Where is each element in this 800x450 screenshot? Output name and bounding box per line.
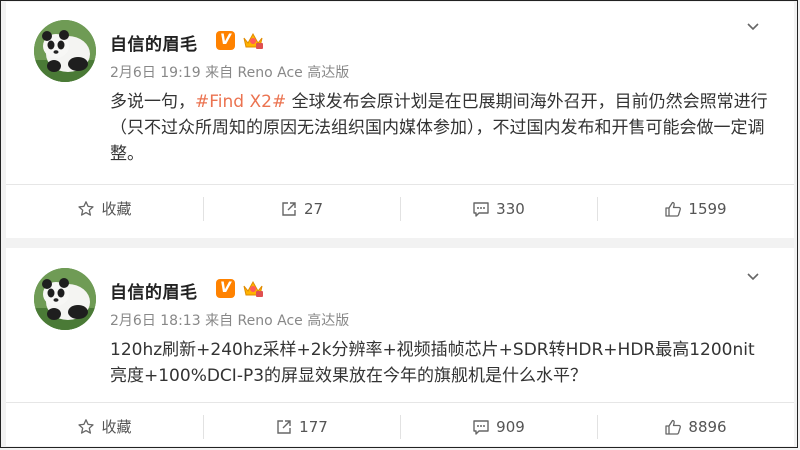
- crown-icon: [242, 278, 264, 298]
- repost-count: 177: [299, 417, 328, 436]
- avatar[interactable]: [34, 268, 96, 330]
- hashtag-link[interactable]: #Find X2#: [195, 92, 286, 112]
- star-icon: [78, 200, 95, 216]
- favorite-button[interactable]: 收藏: [6, 403, 203, 450]
- post-time[interactable]: 2月6日 18:13: [110, 313, 201, 329]
- post-meta: 2月6日 18:13 来自 Reno Ace 高达版: [110, 310, 349, 330]
- repost-icon: [277, 419, 291, 434]
- comment-count: 330: [496, 199, 525, 218]
- star-icon: [78, 418, 95, 434]
- favorite-button[interactable]: 收藏: [6, 185, 203, 232]
- weibo-post: 自信的眉毛 V 2月6日 18:13 来自 Reno Ace 高达版 120hz…: [6, 248, 794, 446]
- repost-icon: [282, 201, 296, 216]
- comment-button[interactable]: 909: [400, 403, 597, 450]
- favorite-label: 收藏: [101, 200, 132, 218]
- comment-button[interactable]: 330: [400, 185, 597, 232]
- repost-button[interactable]: 27: [203, 185, 400, 232]
- action-bar: 收藏 177 909 8896: [6, 402, 794, 450]
- action-bar: 收藏 27 330 1599: [6, 184, 794, 232]
- post-text: 多说一句，#Find X2# 全球发布会原计划是在巴展期间海外召开，目前仍然会照…: [110, 89, 770, 167]
- repost-button[interactable]: 177: [203, 403, 400, 450]
- author-name[interactable]: 自信的眉毛: [110, 278, 198, 303]
- like-count: 1599: [688, 199, 727, 218]
- post-text-prefix: 多说一句，: [110, 92, 195, 112]
- favorite-label: 收藏: [101, 418, 132, 436]
- like-icon: [665, 419, 682, 435]
- like-icon: [665, 201, 682, 217]
- comment-count: 909: [496, 417, 525, 436]
- crown-icon: [242, 30, 264, 50]
- verified-badge: V: [216, 279, 235, 298]
- comment-icon: [473, 419, 489, 435]
- post-text: 120hz刷新+240hz采样+2k分辨率+视频插帧芯片+SDR转HDR+HDR…: [110, 340, 755, 386]
- chevron-down-icon[interactable]: [746, 270, 760, 284]
- post-source: 来自 Reno Ace 高达版: [205, 65, 350, 81]
- verified-badge: V: [216, 31, 235, 50]
- like-button[interactable]: 8896: [597, 403, 794, 450]
- comment-icon: [473, 201, 489, 217]
- post-meta: 2月6日 19:19 来自 Reno Ace 高达版: [110, 62, 349, 82]
- like-button[interactable]: 1599: [597, 185, 794, 232]
- author-name[interactable]: 自信的眉毛: [110, 30, 198, 55]
- avatar[interactable]: [34, 20, 96, 82]
- weibo-post: 自信的眉毛 V 2月6日 19:19 来自 Reno Ace 高达版 多说一句，…: [6, 2, 794, 238]
- post-source: 来自 Reno Ace 高达版: [205, 313, 350, 329]
- like-count: 8896: [688, 417, 727, 436]
- repost-count: 27: [303, 199, 324, 218]
- chevron-down-icon[interactable]: [746, 20, 760, 34]
- post-time[interactable]: 2月6日 19:19: [110, 65, 201, 81]
